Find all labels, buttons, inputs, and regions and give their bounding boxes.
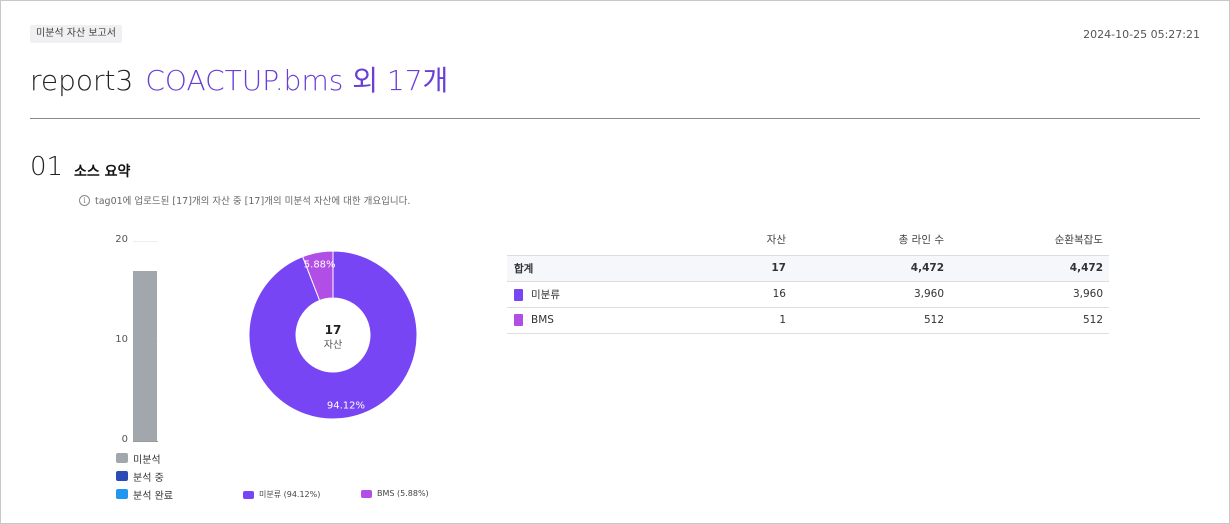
section-number: 01 [30, 152, 64, 182]
bar-unanalyzed[interactable] [133, 271, 157, 441]
section-info-text: tag01에 업로드된 [17]개의 자산 중 [17]개의 미분석 자산에 대… [95, 196, 411, 207]
category-swatch [514, 288, 523, 301]
cell-lines: 4,472 [792, 254, 950, 282]
legend-label: BMS (5.88%) [377, 489, 429, 498]
slice-data-label: 5.88% [304, 260, 336, 271]
page-title: report3 COACTUP.bms 외 17개 [30, 62, 448, 100]
legend-label: 분석 중 [133, 472, 164, 484]
x-axis-line [133, 441, 158, 442]
column-header: 순환복잡도 [1054, 234, 1103, 247]
column-header: 자산 [766, 234, 786, 247]
legend-item-unanalyzed[interactable]: 미분석 [116, 449, 173, 467]
legend-swatch [116, 453, 128, 463]
row-name: 미분류 [531, 288, 560, 301]
legend-label: 미분류 (94.12%) [259, 490, 321, 499]
legend-item-analyzed[interactable]: 분석 완료 [116, 485, 173, 503]
table-header-row: 자산 총 라인 수 순환복잡도 [507, 225, 1109, 255]
column-header [507, 225, 657, 255]
donut-legend-item-unclassified[interactable]: 미분류 (94.12%) [243, 489, 320, 500]
legend-swatch [116, 489, 128, 499]
cell-lines: 512 [792, 307, 950, 334]
y-tick-label: 20 [115, 234, 128, 245]
column-header: 총 라인 수 [898, 234, 944, 247]
donut-legend-item-bms[interactable]: BMS (5.88%) [361, 489, 429, 498]
category-donut-chart: 94.12% 5.88% 17 자산 [248, 250, 418, 420]
cell-assets: 17 [657, 254, 792, 282]
row-name: 합계 [507, 254, 657, 282]
title-divider [30, 118, 1200, 119]
table-row-total: 합계 17 4,472 4,472 [507, 254, 1109, 282]
report-subtitle: COACTUP.bms 외 17개 [145, 64, 449, 97]
y-tick-label: 10 [115, 334, 128, 345]
section-title: 소스 요약 [74, 164, 131, 180]
report-type-badge: 미분석 자산 보고서 [30, 25, 122, 43]
legend-item-analyzing[interactable]: 분석 중 [116, 467, 173, 485]
cell-complexity: 512 [950, 307, 1109, 334]
table-row: 미분류 16 3,960 3,960 [507, 281, 1109, 308]
cell-complexity: 4,472 [950, 254, 1109, 282]
legend-swatch [116, 471, 128, 481]
gridline [133, 241, 158, 242]
donut-center-value: 17 [325, 323, 342, 337]
legend-label: 미분석 [133, 454, 161, 466]
bar-chart-legend: 미분석 분석 중 분석 완료 [116, 449, 173, 503]
row-name-cell: 미분류 [507, 281, 657, 308]
donut-center-label: 자산 [324, 339, 342, 351]
cell-complexity: 3,960 [950, 281, 1109, 308]
table-row: BMS 1 512 512 [507, 307, 1109, 334]
cell-lines: 3,960 [792, 281, 950, 308]
row-name: BMS [531, 314, 554, 326]
section-info: i tag01에 업로드된 [17]개의 자산 중 [17]개의 미분석 자산에… [79, 193, 410, 207]
cell-assets: 1 [657, 307, 792, 334]
report-name: report3 [30, 64, 134, 97]
report-timestamp: 2024-10-25 05:27:21 [1083, 28, 1200, 41]
legend-swatch [243, 490, 254, 499]
legend-label: 분석 완료 [133, 490, 173, 502]
row-name-cell: BMS [507, 307, 657, 334]
info-icon: i [79, 194, 90, 206]
cell-assets: 16 [657, 281, 792, 308]
status-bar-chart: 20 10 0 [100, 230, 180, 450]
legend-swatch [361, 489, 372, 498]
slice-data-label: 94.12% [327, 400, 365, 411]
category-swatch [514, 314, 523, 326]
summary-table: 자산 총 라인 수 순환복잡도 합계 17 4,472 4,472 미분류 16… [507, 225, 1109, 334]
y-tick-label: 0 [121, 434, 128, 445]
